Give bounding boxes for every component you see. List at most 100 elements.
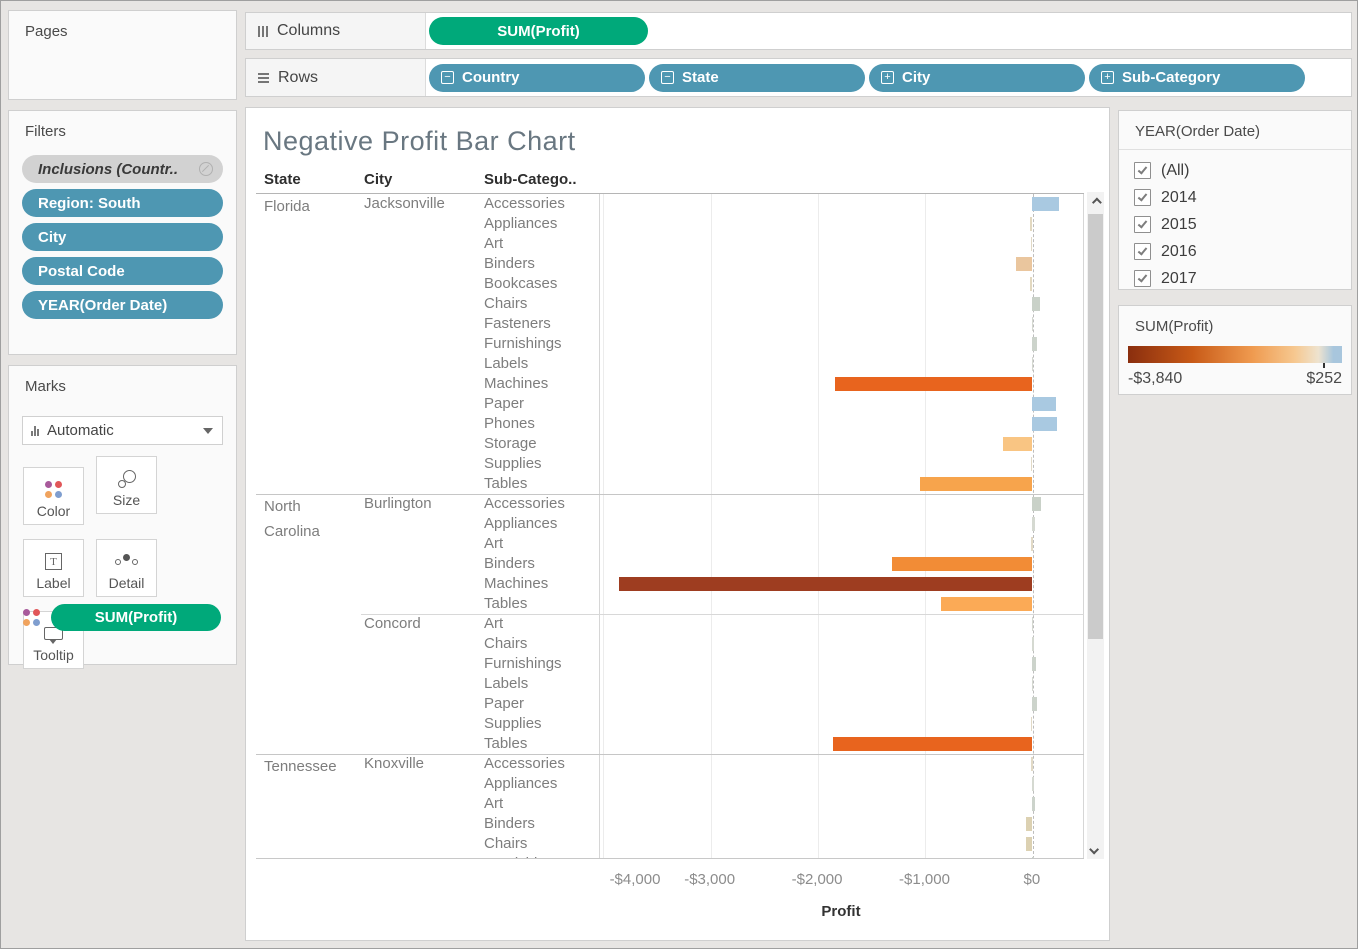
rows-pill[interactable]: + City [869,64,1085,92]
table-row: Labels [256,674,1084,694]
checkbox[interactable] [1134,189,1151,206]
checkbox[interactable] [1134,270,1151,287]
profit-bar[interactable] [619,577,1031,591]
x-axis-title: Profit [821,903,860,920]
rows-pill[interactable]: −Country [429,64,645,92]
pages-shelf: Pages [8,10,237,100]
table-row: Concord Art [256,614,1084,634]
table-row: Furnishings [256,334,1084,354]
profit-bar[interactable] [1026,817,1032,831]
worksheet: Negative Profit Bar Chart State City Sub… [245,107,1110,941]
filter-pill[interactable]: Region: South [22,189,223,217]
profit-bar[interactable] [1032,777,1034,791]
size-button[interactable]: Size [96,456,157,514]
color-button[interactable]: Color [23,467,84,525]
state-label: North Carolina [264,494,360,544]
scroll-up-button[interactable] [1087,192,1104,212]
profit-bar[interactable] [1032,357,1034,371]
checkbox[interactable] [1134,243,1151,260]
profit-bar[interactable] [1031,717,1033,731]
profit-bar[interactable] [1031,757,1033,771]
table-row: Paper [256,394,1084,414]
rows-pill[interactable]: −State [649,64,865,92]
checkbox[interactable] [1134,162,1151,179]
vertical-scrollbar[interactable] [1087,192,1104,859]
table-row: FloridaJacksonvilleAccessories [256,194,1084,214]
profit-bar[interactable] [1030,217,1032,231]
year-option[interactable]: 2014 [1134,184,1351,211]
rows-pill[interactable]: +Sub-Category [1089,64,1305,92]
table-row: Phones [256,414,1084,434]
rows-shelf-label: Rows [246,59,426,96]
sub-category-label: Accessories [484,194,596,214]
expand-icon[interactable]: + [1101,71,1114,84]
mark-type-dropdown[interactable]: Automatic [22,416,223,445]
color-legend-card: SUM(Profit) -$3,840 $252 [1118,305,1352,395]
marks-buttons: ColorSizeTLabelDetailTooltip [23,456,236,683]
profit-bar[interactable] [1032,517,1035,531]
collapse-icon[interactable]: − [441,71,454,84]
table-row: Machines [256,574,1084,594]
header-state: State [264,171,301,188]
x-axis-tick-label: -$2,000 [792,871,843,888]
marks-sum-profit-pill[interactable]: SUM(Profit) [51,604,221,631]
filter-pill[interactable]: YEAR(Order Date) [22,291,223,319]
profit-bar[interactable] [1032,317,1034,331]
checkbox[interactable] [1134,216,1151,233]
profit-bar[interactable] [1003,437,1032,451]
filter-pill[interactable]: Postal Code [22,257,223,285]
profit-bar[interactable] [1032,297,1041,311]
year-filter-card: YEAR(Order Date) (All)2014201520162017 [1118,110,1352,290]
filter-pill[interactable]: Inclusions (Countr.. [22,155,223,183]
profit-bar[interactable] [1032,797,1035,811]
table-row: Paper [256,694,1084,714]
filter-pill[interactable]: City [22,223,223,251]
chevron-down-icon[interactable] [203,428,213,434]
city-label: Concord [364,614,476,634]
year-option[interactable]: 2015 [1134,211,1351,238]
profit-bar[interactable] [1032,637,1034,651]
profit-bar[interactable] [1032,617,1034,631]
detail-button[interactable]: Detail [96,539,157,597]
profit-bar[interactable] [1032,417,1057,431]
profit-bar[interactable] [1016,257,1032,271]
profit-bar[interactable] [1032,197,1059,211]
profit-bar[interactable] [941,597,1032,611]
profit-bar[interactable] [1031,537,1033,551]
profit-bar[interactable] [1031,237,1033,251]
columns-pill[interactable]: SUM(Profit) [429,17,648,45]
sub-category-label: Paper [484,394,596,414]
year-option[interactable]: 2017 [1134,265,1351,292]
year-option[interactable]: (All) [1134,157,1351,184]
size-circles-icon [118,466,136,492]
profit-bar[interactable] [1032,857,1034,859]
profit-bar[interactable] [1030,277,1032,291]
profit-bar[interactable] [1032,697,1037,711]
label-button[interactable]: TLabel [23,539,84,597]
rows-pill-label: City [902,69,930,86]
table-row: Supplies [256,714,1084,734]
profit-bar[interactable] [835,377,1032,391]
profit-bar[interactable] [1032,657,1036,671]
profit-bar[interactable] [1026,837,1032,851]
collapse-icon[interactable]: − [661,71,674,84]
scrollbar-thumb[interactable] [1088,214,1103,639]
table-row: Furnishings [256,654,1084,674]
pages-title: Pages [9,11,236,40]
profit-bar[interactable] [1032,497,1041,511]
year-option[interactable]: 2016 [1134,238,1351,265]
profit-bar[interactable] [833,737,1032,751]
scroll-down-button[interactable] [1087,839,1104,859]
sub-category-label: Tables [484,594,596,614]
sub-category-label: Appliances [484,514,596,534]
expand-icon[interactable]: + [881,71,894,84]
profit-bar[interactable] [1032,677,1034,691]
sub-category-label: Art [484,614,596,634]
profit-bar[interactable] [1032,397,1056,411]
profit-bar[interactable] [920,477,1032,491]
profit-bar[interactable] [1032,337,1037,351]
sub-category-label: Appliances [484,214,596,234]
profit-bar[interactable] [1031,457,1033,471]
profit-bar[interactable] [892,557,1032,571]
color-gradient-bar[interactable] [1128,346,1342,363]
